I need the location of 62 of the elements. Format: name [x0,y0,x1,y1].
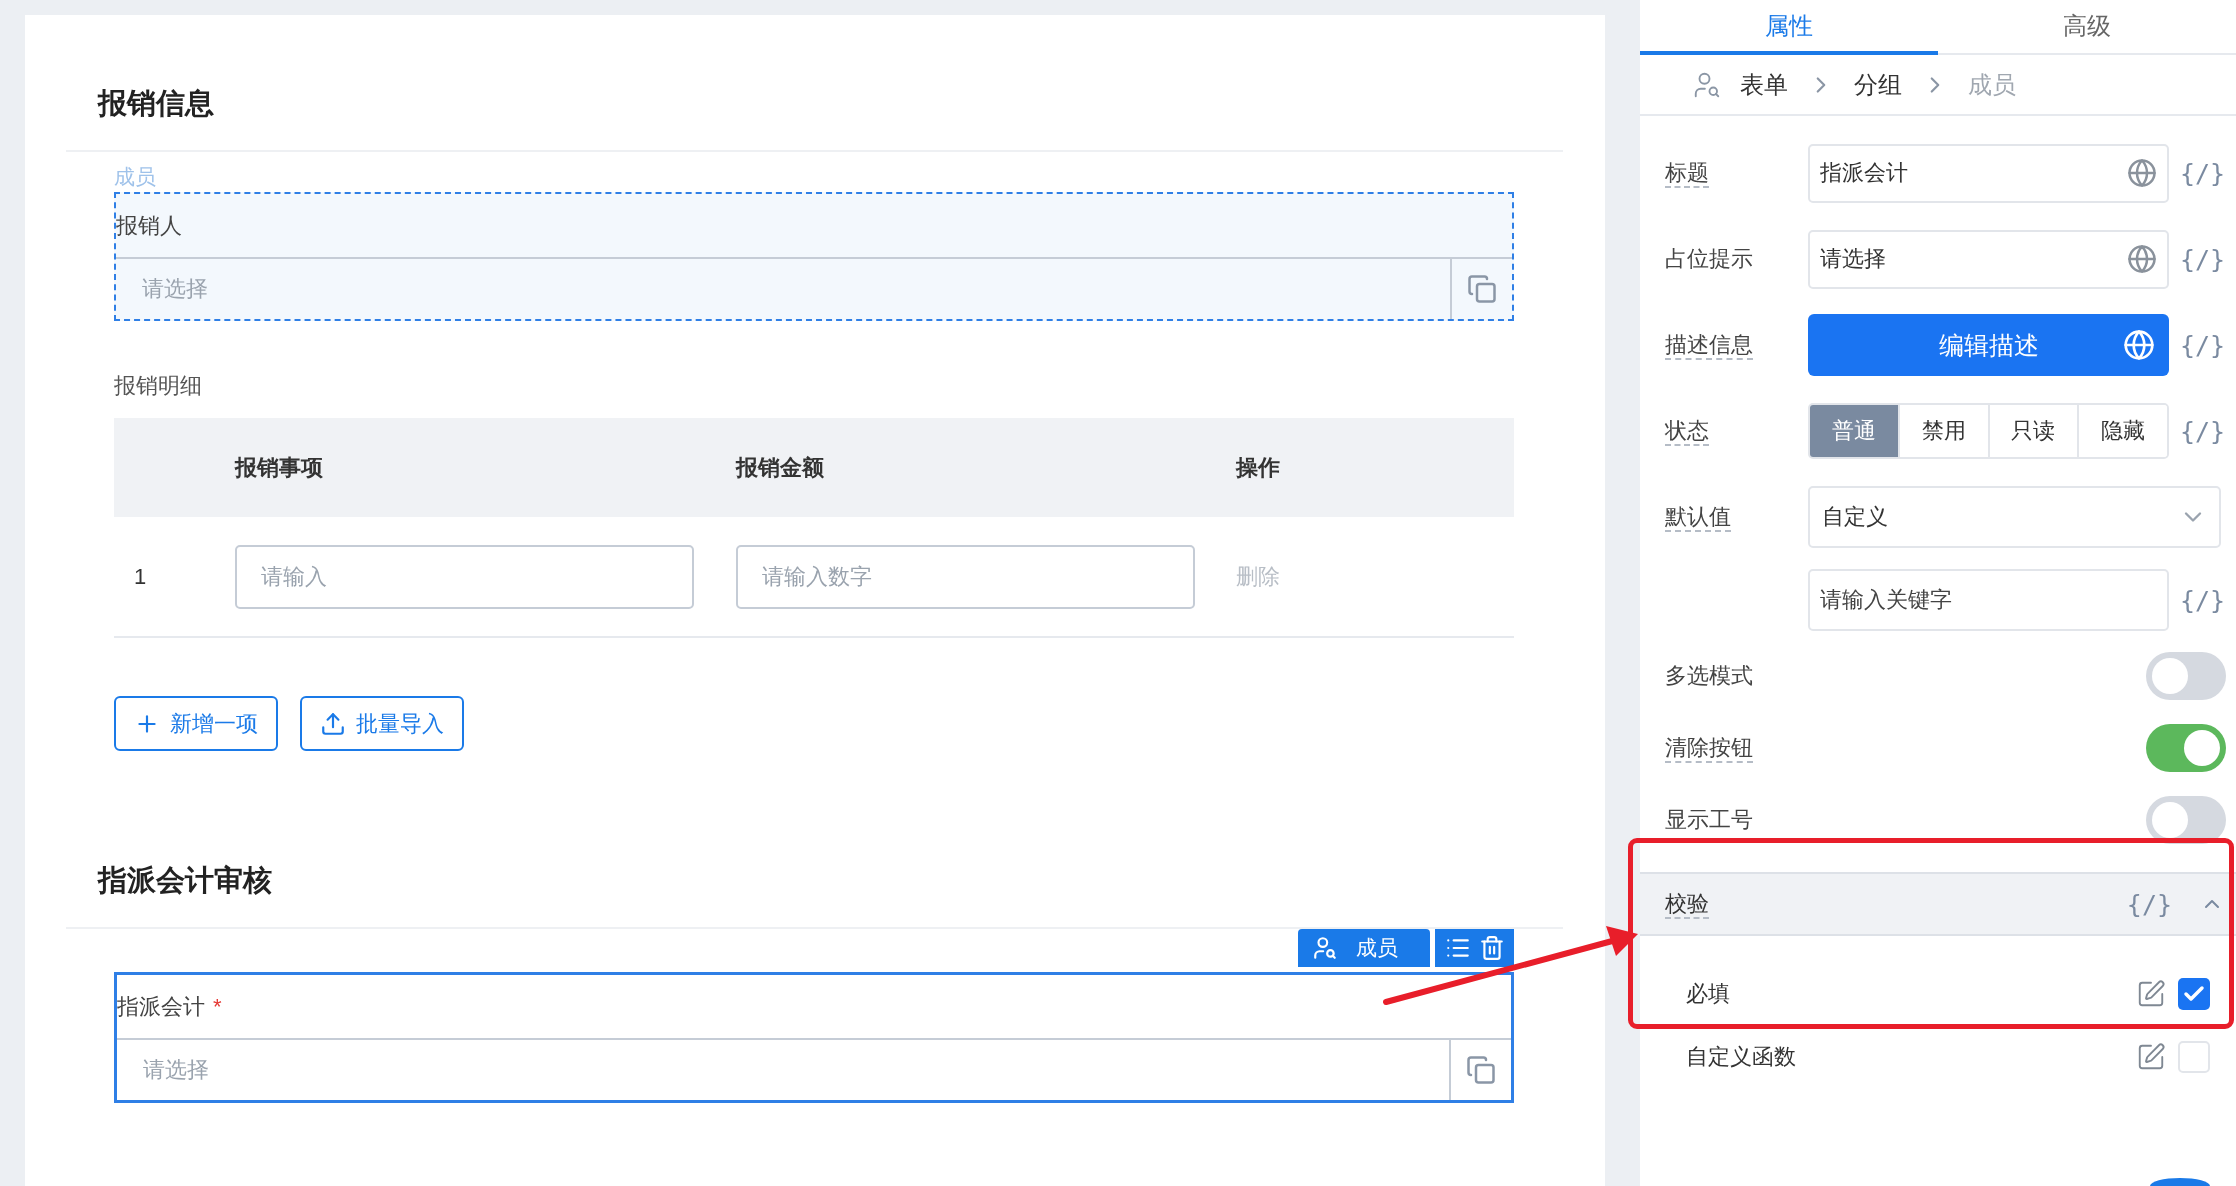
code-toggle[interactable]: {/} [2169,330,2236,360]
select-field[interactable]: 请选择 [116,257,1450,319]
input-field[interactable]: 请输入数字 [736,544,1195,609]
globe-icon[interactable] [2127,244,2157,274]
table-label: 报销明细 [114,373,202,399]
input-field[interactable]: 请输入 [235,544,694,609]
field-label: 报销人 [116,211,182,240]
breadcrumb-item[interactable]: 成员 [1968,68,2016,101]
checkbox[interactable] [2178,1040,2210,1073]
row-number: 1 [133,563,148,590]
code-toggle[interactable]: {/} [2120,888,2178,920]
dropdown[interactable]: 自定义 [1808,486,2221,548]
property-label: 清除按钮 [1664,734,1753,762]
checkbox[interactable] [2178,977,2210,1010]
toggle-switch[interactable] [2146,724,2226,772]
delete-icon[interactable] [1478,935,1505,961]
field-label: 指派会计 [117,992,205,1021]
globe-icon [2123,329,2155,361]
breadcrumb-item[interactable]: 分组 [1854,68,1902,101]
rule-label: 自定义函数 [1686,1042,1796,1071]
edit-description-button[interactable]: 编辑描述 [1808,314,2169,376]
keyword-field[interactable]: 请输入关键字 [1808,569,2169,631]
picker-icon[interactable] [1449,1038,1511,1100]
edit-icon[interactable] [2136,978,2166,1009]
column-header: 报销金额 [736,453,824,482]
column-header: 报销事项 [235,453,323,482]
toggle-switch[interactable] [2146,652,2226,700]
rule-label: 必填 [1686,979,1730,1008]
field-type-tag: 成员 [114,164,156,190]
text-field[interactable]: 请选择 [1808,229,2169,289]
property-label: 占位提示 [1664,245,1753,273]
breadcrumb-item[interactable]: 表单 [1740,68,1788,101]
segment-option[interactable]: 普通 [1810,405,1898,457]
picker-icon[interactable] [1450,257,1512,319]
property-label: 状态 [1664,417,1709,445]
user-search-icon [1312,935,1338,961]
code-toggle[interactable]: {/} [2169,158,2236,188]
segment-option[interactable]: 隐藏 [2077,405,2167,457]
code-toggle[interactable]: {/} [2169,585,2236,615]
code-toggle[interactable]: {/} [2169,416,2236,446]
required-mark: * [213,993,222,1020]
section-title: 指派会计审核 [98,863,272,898]
property-label: 标题 [1664,159,1709,187]
tab[interactable]: 高级 [1938,0,2236,55]
import-button[interactable]: 批量导入 [300,696,464,751]
member-type-button[interactable]: 成员 [1298,929,1430,967]
code-toggle[interactable]: {/} [2169,244,2236,274]
property-label: 描述信息 [1664,331,1753,359]
validation-header[interactable]: 校验 {/} [1640,872,2236,936]
upload-icon [320,710,346,737]
property-label: 多选模式 [1664,662,1753,690]
column-header: 操作 [1236,453,1280,482]
section-title: 报销信息 [98,86,214,121]
select-field[interactable]: 请选择 [117,1038,1449,1100]
tab[interactable]: 属性 [1640,0,1938,55]
globe-icon[interactable] [2127,158,2157,188]
edit-icon[interactable] [2136,1041,2166,1072]
text-field[interactable]: 指派会计 [1808,143,2169,203]
property-label: 默认值 [1664,503,1731,531]
floating-button[interactable] [2150,1178,2210,1186]
add-button[interactable]: 新增一项 [114,696,278,751]
property-label: 显示工号 [1664,806,1753,834]
